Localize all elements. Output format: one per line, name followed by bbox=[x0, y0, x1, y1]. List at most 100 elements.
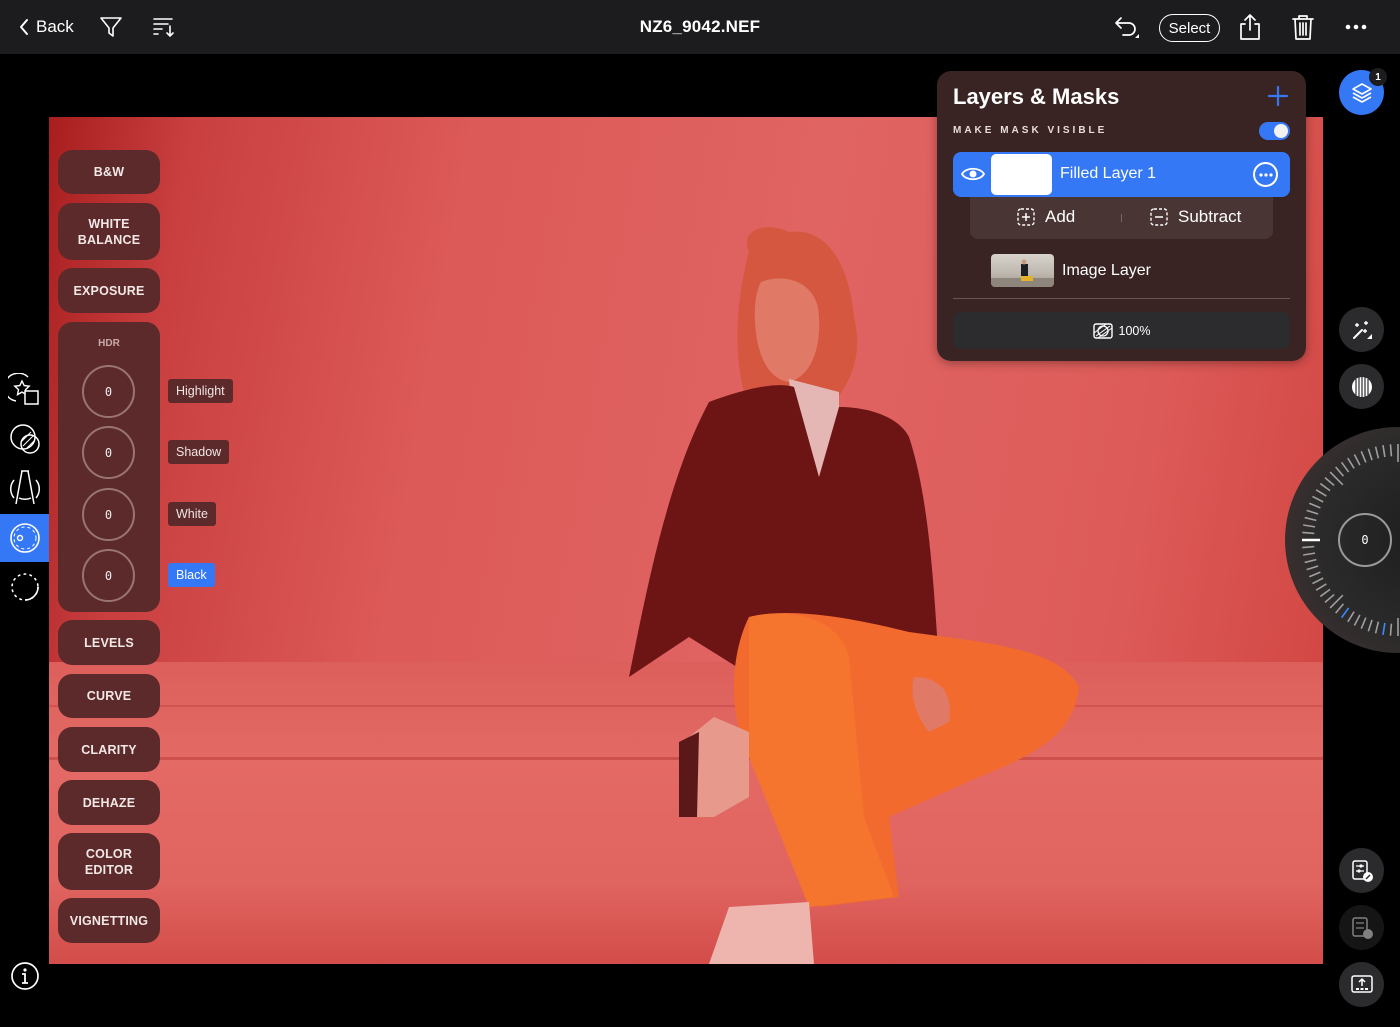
wheel-tick bbox=[1304, 516, 1317, 522]
image-layer-thumbnail bbox=[991, 254, 1054, 287]
hdr-highlight-dial[interactable]: 0 bbox=[82, 365, 135, 418]
make-mask-visible-toggle[interactable] bbox=[1259, 122, 1290, 140]
info-icon bbox=[11, 962, 39, 990]
tool-exposure[interactable]: EXPOSURE bbox=[58, 268, 160, 313]
subtract-mask-icon bbox=[1150, 208, 1168, 226]
wheel-tick bbox=[1340, 607, 1350, 619]
wheel-tick bbox=[1319, 588, 1331, 598]
layer-name: Image Layer bbox=[1062, 262, 1151, 279]
wheel-tick bbox=[1367, 448, 1373, 461]
wheel-tick bbox=[1302, 531, 1315, 535]
wheel-tick bbox=[1306, 565, 1319, 571]
tool-bw[interactable]: B&W bbox=[58, 150, 160, 194]
wheel-value[interactable]: 0 bbox=[1338, 513, 1392, 567]
copy-settings-icon bbox=[1351, 859, 1373, 882]
wheel-tick bbox=[1382, 445, 1386, 458]
wheel-tick bbox=[1374, 621, 1380, 634]
wheel-tick bbox=[1319, 482, 1331, 492]
masks-icon bbox=[10, 424, 40, 454]
wheel-tick bbox=[1312, 577, 1324, 585]
tool-vignetting[interactable]: VIGNETTING bbox=[58, 898, 160, 943]
tool-color-editor[interactable]: COLOR EDITOR bbox=[58, 833, 160, 890]
adjust-dial-icon bbox=[10, 523, 40, 553]
perspective-icon bbox=[10, 470, 40, 505]
hdr-shadow-label[interactable]: Shadow bbox=[168, 440, 230, 464]
auto-enhance-button[interactable] bbox=[1339, 307, 1384, 352]
rail-presets[interactable] bbox=[6, 371, 44, 409]
select-button[interactable]: Select bbox=[1159, 14, 1220, 42]
wheel-tick bbox=[1304, 558, 1317, 564]
back-label: Back bbox=[36, 17, 74, 36]
wheel-tick bbox=[1303, 552, 1316, 556]
wheel-tick bbox=[1312, 495, 1324, 503]
sort-icon bbox=[153, 18, 174, 38]
undo-button[interactable] bbox=[1113, 13, 1141, 41]
rail-masks[interactable] bbox=[6, 420, 44, 458]
layers-icon bbox=[1351, 82, 1372, 103]
presets-icon bbox=[8, 373, 39, 405]
sort-button[interactable] bbox=[150, 13, 178, 41]
paste-settings-icon bbox=[1351, 916, 1373, 939]
wheel-tick bbox=[1360, 617, 1367, 629]
back-button[interactable]: Back bbox=[18, 17, 74, 37]
layer-name: Filled Layer 1 bbox=[1060, 165, 1157, 182]
hdr-white-label[interactable]: White bbox=[168, 502, 216, 526]
layer-row-filled[interactable]: Filled Layer 1 bbox=[953, 152, 1290, 197]
top-bar: Back NZ6_9042.NEF Select bbox=[0, 0, 1400, 54]
copy-adjustments-button[interactable] bbox=[1339, 848, 1384, 893]
tool-curve[interactable]: CURVE bbox=[58, 674, 160, 718]
layers-count-badge: 1 bbox=[1369, 68, 1387, 86]
wheel-tick bbox=[1389, 444, 1393, 457]
layer-row-image[interactable]: Image Layer bbox=[991, 254, 1289, 289]
wheel-tick bbox=[1315, 489, 1327, 497]
wheel-tick bbox=[1347, 611, 1355, 623]
tool-clarity[interactable]: CLARITY bbox=[58, 727, 160, 772]
share-button[interactable] bbox=[1236, 13, 1264, 41]
divider bbox=[953, 298, 1290, 299]
wheel-tick bbox=[1324, 593, 1335, 603]
rail-selection[interactable] bbox=[6, 568, 44, 606]
hdr-black-dial[interactable]: 0 bbox=[82, 549, 135, 602]
paste-adjustments-button[interactable] bbox=[1339, 905, 1384, 950]
hdr-shadow-dial[interactable]: 0 bbox=[82, 426, 135, 479]
delete-button[interactable] bbox=[1289, 13, 1317, 41]
more-icon bbox=[1345, 24, 1367, 30]
layer-options-button[interactable] bbox=[1253, 162, 1278, 187]
tool-white-balance[interactable]: WHITE BALANCE bbox=[58, 203, 160, 260]
tool-dehaze[interactable]: DEHAZE bbox=[58, 780, 160, 825]
wheel-tick bbox=[1324, 477, 1335, 487]
filter-icon bbox=[100, 17, 122, 37]
eye-icon[interactable] bbox=[961, 163, 985, 185]
wheel-tick bbox=[1353, 614, 1361, 626]
mask-add-button[interactable]: Add bbox=[1017, 207, 1075, 227]
grain-icon bbox=[1351, 376, 1372, 397]
undo-icon bbox=[1115, 17, 1139, 38]
share-icon bbox=[1240, 14, 1260, 40]
mask-subtract-button[interactable]: Subtract bbox=[1150, 207, 1241, 227]
wheel-tick bbox=[1389, 623, 1393, 636]
wheel-tick bbox=[1340, 461, 1350, 473]
wheel-tick bbox=[1315, 583, 1327, 591]
info-button[interactable] bbox=[6, 957, 44, 995]
layer-opacity-control[interactable]: 100% bbox=[953, 312, 1290, 349]
hdr-white-dial[interactable]: 0 bbox=[82, 488, 135, 541]
filter-button[interactable] bbox=[97, 13, 125, 41]
wheel-tick bbox=[1335, 466, 1345, 477]
chevron-left-icon bbox=[20, 19, 28, 35]
plus-icon bbox=[1267, 85, 1289, 107]
rail-perspective[interactable] bbox=[6, 469, 44, 507]
tool-levels[interactable]: LEVELS bbox=[58, 620, 160, 665]
add-mask-icon bbox=[1017, 208, 1035, 226]
hdr-black-label[interactable]: Black bbox=[168, 563, 215, 587]
more-icon bbox=[1258, 172, 1273, 177]
wheel-tick bbox=[1353, 454, 1361, 466]
rail-adjust-dial[interactable] bbox=[6, 519, 44, 557]
wheel-tick bbox=[1374, 446, 1380, 459]
add-layer-button[interactable] bbox=[1266, 84, 1290, 108]
hdr-panel: HDR 0 0 0 0 bbox=[58, 322, 160, 612]
hdr-highlight-label[interactable]: Highlight bbox=[168, 379, 233, 403]
more-button[interactable] bbox=[1342, 13, 1370, 41]
wheel-tick bbox=[1309, 502, 1321, 509]
compare-button[interactable] bbox=[1339, 364, 1384, 409]
export-button[interactable] bbox=[1339, 962, 1384, 1007]
